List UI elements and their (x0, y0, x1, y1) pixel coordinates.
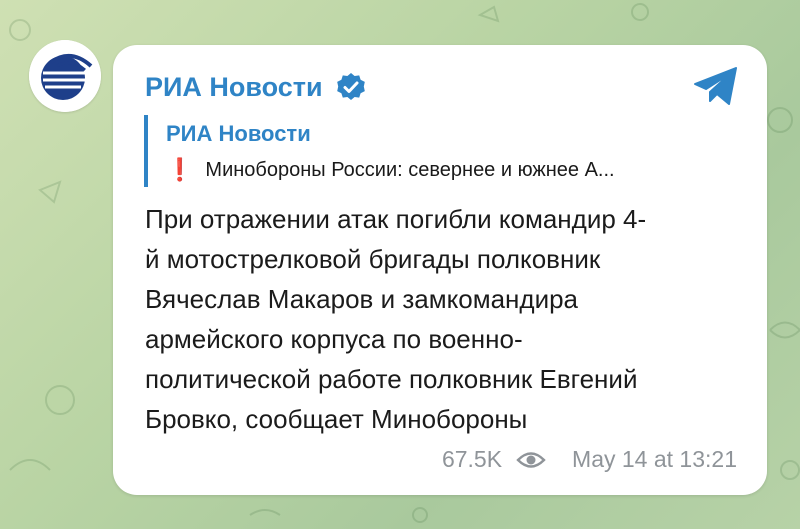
message-line: Вячеслав Макаров и замкомандира (145, 284, 579, 314)
message-line: При отражении атак погибли командир 4- (145, 204, 647, 234)
ria-novosti-logo (29, 40, 101, 112)
message-line: й мотострелковой бригады полковник (145, 244, 601, 274)
message-bubble: РИА Новости РИА Новости ❗ Минобороны Рос… (113, 45, 767, 495)
channel-name[interactable]: РИА Новости (145, 72, 323, 103)
message-line: политической работе полковник Евгений (145, 364, 638, 394)
message-line: армейского корпуса по военно- (145, 324, 523, 354)
quote-author: РИА Новости (166, 121, 311, 146)
message-line: Бровко, сообщает Минобороны (145, 404, 528, 434)
verified-badge-icon (336, 73, 365, 100)
view-count: 67.5K (441, 446, 503, 472)
eye-icon (516, 451, 546, 468)
channel-header: РИА Новости (145, 71, 367, 103)
exclamation-icon: ❗ (166, 157, 194, 182)
message-text: При отражении атак погибли командир 4- й… (145, 199, 745, 439)
telegram-share-icon[interactable] (693, 65, 739, 107)
quoted-message[interactable]: РИА Новости ❗ Минобороны России: северне… (144, 115, 740, 187)
quote-text: Минобороны России: севернее и южнее А... (205, 158, 615, 181)
channel-avatar[interactable] (29, 40, 101, 112)
quote-preview: ❗ Минобороны России: севернее и южнее А.… (166, 157, 740, 183)
timestamp: May 14 at 13:21 (572, 446, 737, 472)
message-meta: 67.5K May 14 at 13:21 (442, 446, 737, 473)
